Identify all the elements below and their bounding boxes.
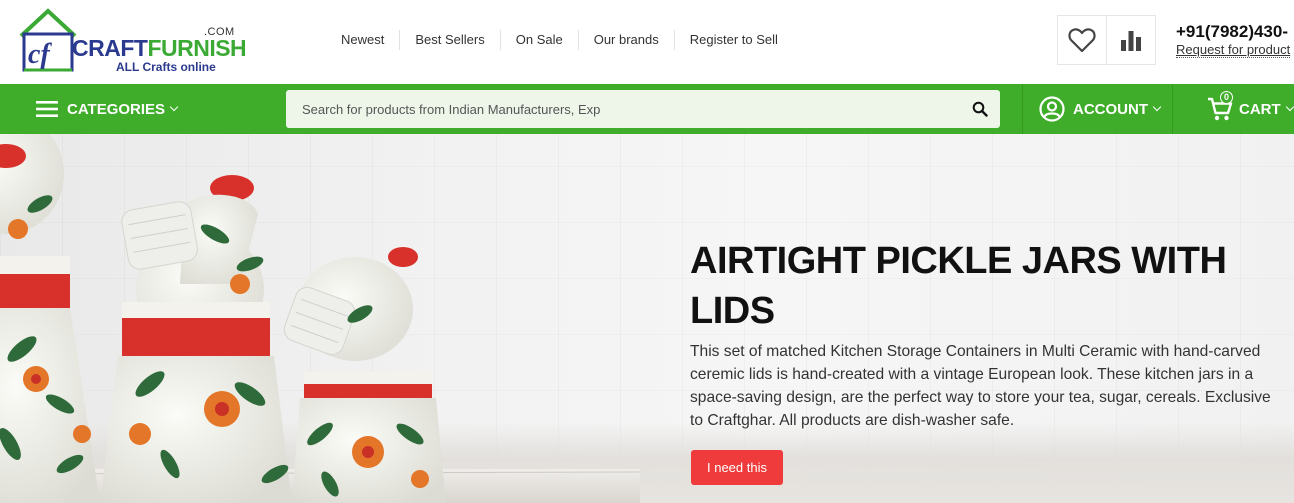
- logo-word-craft: CRAFT: [72, 35, 148, 61]
- search-bar: [286, 90, 1000, 128]
- bar-chart-icon: [1121, 31, 1141, 51]
- account-label: ACCOUNT: [1073, 100, 1148, 118]
- logo-word-furnish: FURNISH: [147, 35, 247, 61]
- svg-text:cf: cf: [28, 39, 52, 70]
- chevron-down-icon: [1152, 102, 1162, 112]
- hero-product-image: [0, 134, 640, 503]
- logo-house-mark: cf: [19, 8, 77, 72]
- search-icon[interactable]: [972, 101, 988, 117]
- heart-icon: [1068, 28, 1096, 53]
- nav-link-register-to-sell[interactable]: Register to Sell: [673, 30, 793, 50]
- logo-wordmark: CRAFTFURNISH: [72, 35, 247, 61]
- contact-phone: +91(7982)430-: [1176, 22, 1289, 41]
- search-input[interactable]: [286, 90, 956, 128]
- nav-link-on-sale[interactable]: On Sale: [499, 30, 578, 50]
- top-nav: Newest Best Sellers On Sale Our brands R…: [326, 30, 793, 50]
- nav-link-best-sellers[interactable]: Best Sellers: [399, 30, 499, 50]
- i-need-this-button[interactable]: I need this: [691, 450, 783, 485]
- nav-link-newest[interactable]: Newest: [326, 30, 399, 50]
- request-product-link[interactable]: Request for product: [1176, 42, 1291, 58]
- hero-title: AIRTIGHT PICKLE JARS WITH LIDS: [690, 240, 1227, 332]
- logo-tagline: ALL Crafts online: [116, 60, 216, 74]
- chevron-down-icon: [1285, 102, 1294, 112]
- categories-label: CATEGORIES: [67, 100, 166, 118]
- categories-menu-button[interactable]: CATEGORIES: [36, 84, 179, 134]
- wishlist-button[interactable]: [1057, 15, 1107, 65]
- main-nav-bar: CATEGORIES ACCOUNT 0 CART: [0, 84, 1294, 134]
- chevron-down-icon: [169, 102, 179, 112]
- nav-link-our-brands[interactable]: Our brands: [577, 30, 674, 50]
- cart-button[interactable]: 0 CART: [1172, 84, 1294, 134]
- hamburger-icon: [36, 101, 58, 117]
- hero-banner: AIRTIGHT PICKLE JARS WITH LIDS This set …: [0, 134, 1294, 503]
- hero-description: This set of matched Kitchen Storage Cont…: [690, 343, 1271, 429]
- site-logo[interactable]: cf .COM CRAFTFURNISH ALL Crafts online: [18, 8, 247, 78]
- compare-button[interactable]: [1106, 15, 1156, 65]
- cart-count-badge: 0: [1220, 91, 1233, 104]
- user-icon: [1039, 96, 1065, 122]
- top-header: cf .COM CRAFTFURNISH ALL Crafts online N…: [0, 0, 1294, 84]
- account-menu-button[interactable]: ACCOUNT: [1022, 84, 1172, 134]
- cart-label: CART: [1239, 100, 1281, 118]
- cart-icon-wrap: 0: [1207, 91, 1233, 122]
